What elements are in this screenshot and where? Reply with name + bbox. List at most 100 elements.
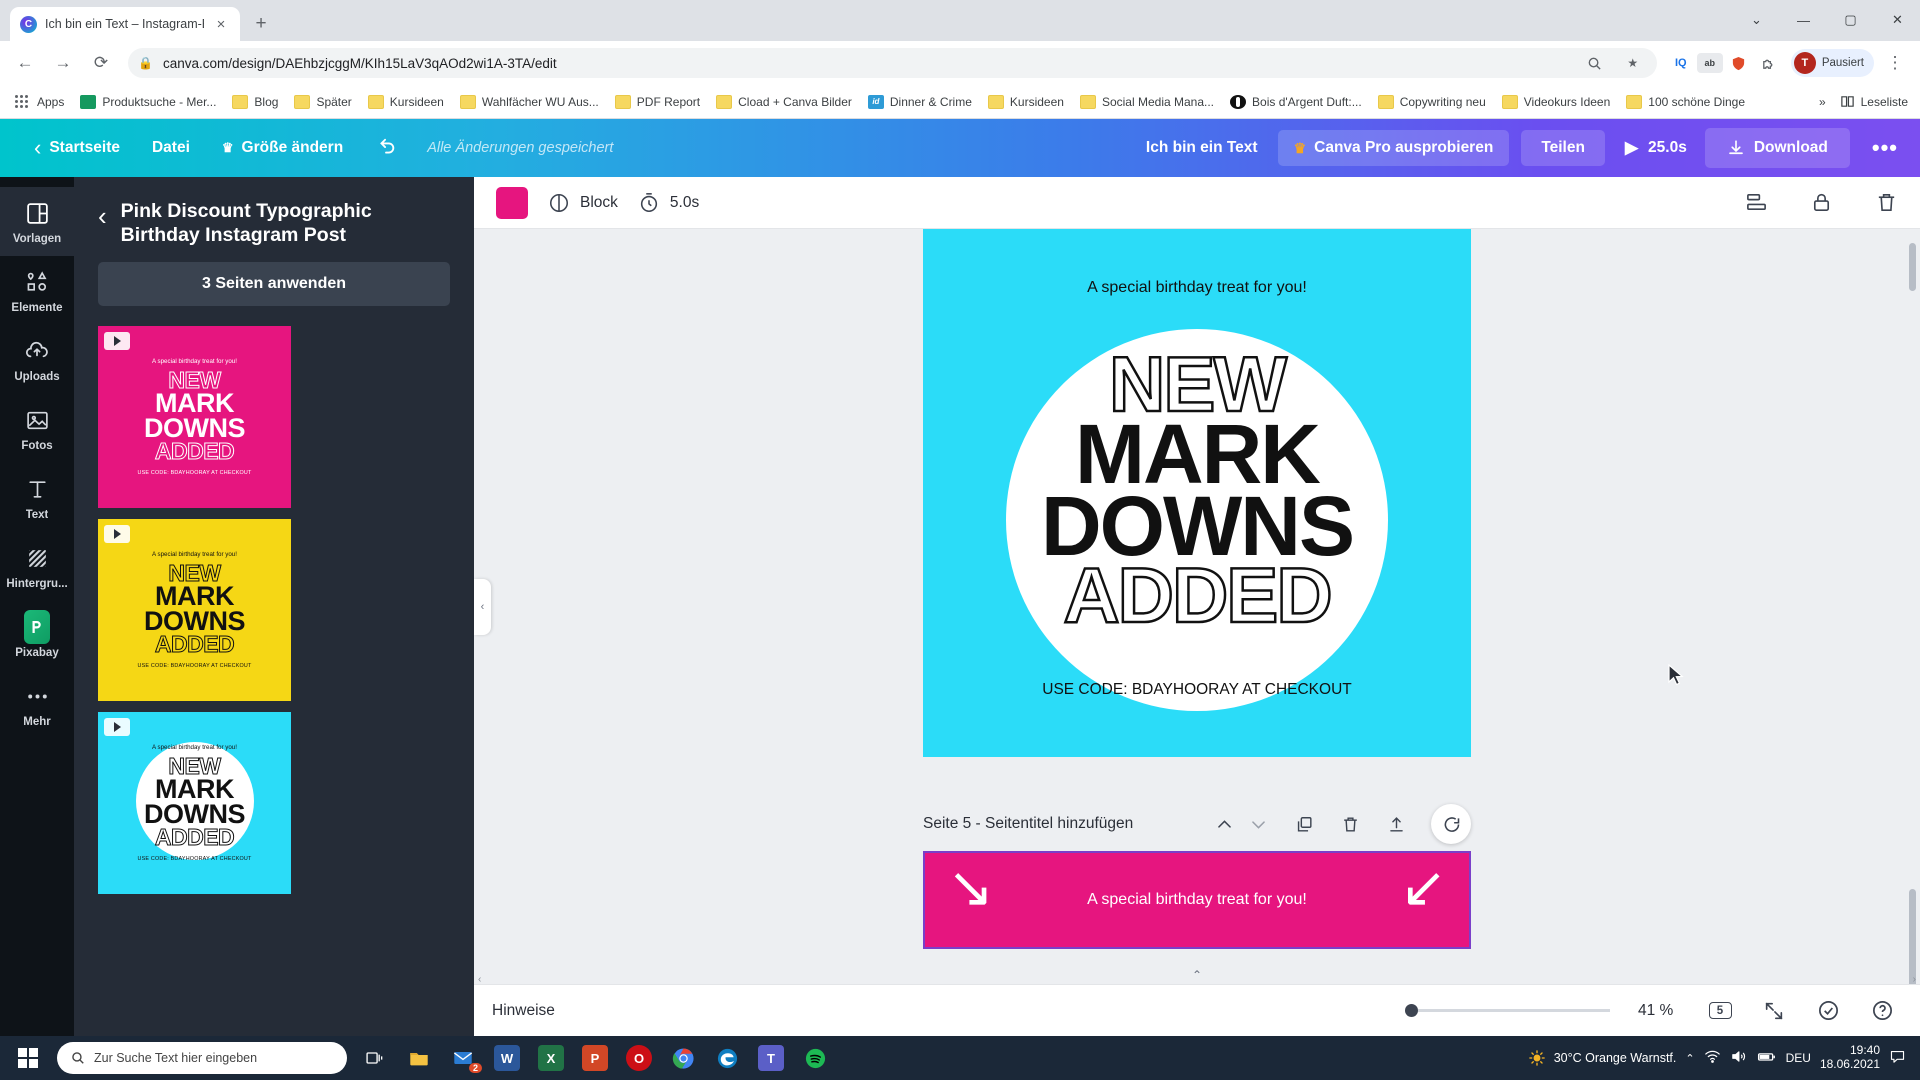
template-thumb-yellow[interactable]: A special birthday treat for you! NEW MA… <box>98 518 291 701</box>
fullscreen-button[interactable] <box>1754 991 1794 1031</box>
page-count-button[interactable]: 5 <box>1700 991 1740 1031</box>
taskbar-search-input[interactable]: Zur Suche Text hier eingeben <box>57 1042 347 1074</box>
wifi-icon[interactable] <box>1704 1048 1721 1068</box>
zoom-indicator-icon[interactable] <box>1581 49 1609 77</box>
back-icon[interactable]: ← <box>8 46 42 80</box>
scroll-right-icon[interactable]: › <box>1913 974 1920 985</box>
file-menu-button[interactable]: Datei <box>136 130 206 166</box>
zoom-slider[interactable] <box>1405 1004 1610 1017</box>
window-minimize-button[interactable]: — <box>1781 4 1826 36</box>
bookmark-100-schoene-dinge[interactable]: 100 schöne Dinge <box>1619 92 1752 112</box>
iq-extension-icon[interactable]: IQ <box>1667 49 1695 77</box>
reading-list-button[interactable]: Leseliste <box>1840 94 1908 109</box>
task-view-icon[interactable] <box>354 1038 396 1078</box>
sidebar-item-pixabay[interactable]: Pixabay <box>0 601 74 670</box>
address-bar[interactable]: 🔒 canva.com/design/DAEhbzjcggM/KIh15LaV3… <box>128 48 1657 78</box>
battery-icon[interactable] <box>1756 1046 1777 1070</box>
color-swatch-button[interactable] <box>496 186 528 219</box>
tab-close-icon[interactable]: × <box>212 15 230 33</box>
word-icon[interactable]: W <box>486 1038 528 1078</box>
browser-tab[interactable]: C Ich bin ein Text – Instagram-Beitr × <box>10 7 240 41</box>
window-close-button[interactable]: ✕ <box>1875 4 1920 36</box>
apply-pages-button[interactable]: 3 Seiten anwenden <box>98 261 450 306</box>
canvas-vertical-scrollbar-thumb[interactable] <box>1909 889 1916 984</box>
sidebar-item-vorlagen[interactable]: Vorlagen <box>0 187 74 256</box>
powerpoint-icon[interactable]: P <box>574 1038 616 1078</box>
chrome-icon[interactable] <box>662 1038 704 1078</box>
puzzle-extension-icon[interactable] <box>1755 49 1783 77</box>
download-button[interactable]: Download <box>1704 128 1850 168</box>
bookmark-videokurs[interactable]: Videokurs Ideen <box>1495 92 1618 112</box>
present-button[interactable]: ▶ 25.0s <box>1625 138 1687 158</box>
move-down-icon[interactable] <box>1241 807 1275 841</box>
bookmark-wahlfaecher[interactable]: Wahlfächer WU Aus... <box>453 92 606 112</box>
mail-icon[interactable]: 2 <box>442 1038 484 1078</box>
profile-chip[interactable]: T Pausiert <box>1790 49 1874 77</box>
bookmark-dinner-crime[interactable]: id Dinner & Crime <box>861 92 979 112</box>
help-button-icon[interactable] <box>1862 991 1902 1031</box>
excel-icon[interactable]: X <box>530 1038 572 1078</box>
weather-widget[interactable]: 30°C Orange Warnstf. <box>1528 1049 1676 1067</box>
home-button[interactable]: ‹ Startseite <box>18 130 136 166</box>
more-options-button[interactable]: ••• <box>1850 135 1920 161</box>
shield-extension-icon[interactable] <box>1725 49 1753 77</box>
teams-icon[interactable]: T <box>750 1038 792 1078</box>
canvas-scroll-area[interactable]: A special birthday treat for you! NEW MA… <box>474 229 1920 984</box>
reload-icon[interactable]: ⟳ <box>84 46 118 80</box>
bookmark-star-icon[interactable]: ★ <box>1619 49 1647 77</box>
speaker-icon[interactable] <box>1730 1048 1747 1068</box>
language-indicator[interactable]: DEU <box>1786 1051 1811 1065</box>
page-label[interactable]: Seite 5 - Seitentitel hinzufügen <box>923 815 1207 833</box>
move-up-icon[interactable] <box>1207 807 1241 841</box>
bookmark-cload-canva[interactable]: Cload + Canva Bilder <box>709 92 859 112</box>
bookmark-social-media[interactable]: Social Media Mana... <box>1073 92 1221 112</box>
share-button[interactable]: Teilen <box>1521 130 1605 166</box>
bookmarks-overflow-icon[interactable]: » <box>1819 95 1826 109</box>
scroll-left-icon[interactable]: ‹ <box>474 974 481 985</box>
template-thumb-pink[interactable]: A special birthday treat for you! NEW MA… <box>98 325 291 508</box>
position-button[interactable] <box>1745 191 1768 214</box>
browser-menu-icon[interactable]: ⋮ <box>1878 46 1912 80</box>
bookmark-pdf-report[interactable]: PDF Report <box>608 92 707 112</box>
panel-collapse-handle[interactable]: ‹ <box>474 578 491 635</box>
bookmark-spaeter[interactable]: Später <box>287 92 358 112</box>
bookmark-copywriting[interactable]: Copywriting neu <box>1371 92 1493 112</box>
sidebar-item-uploads[interactable]: Uploads <box>0 325 74 394</box>
color-picker-extension-icon[interactable]: ab <box>1696 53 1723 73</box>
sidebar-item-hintergrund[interactable]: Hintergru... <box>0 532 74 601</box>
check-status-icon[interactable] <box>1808 991 1848 1031</box>
sidebar-item-text[interactable]: Text <box>0 463 74 532</box>
panel-back-icon[interactable]: ‹ <box>98 199 107 229</box>
lock-button[interactable] <box>1810 191 1833 214</box>
bookmark-apps[interactable]: Apps <box>8 92 71 112</box>
bookmark-blog[interactable]: Blog <box>225 92 285 112</box>
add-page-icon[interactable] <box>1379 807 1413 841</box>
bookmark-kursideen-2[interactable]: Kursideen <box>981 92 1071 112</box>
design-page-current[interactable]: A special birthday treat for you! NEW MA… <box>923 229 1471 757</box>
undo-button[interactable] <box>359 130 413 166</box>
comment-icon[interactable] <box>1431 804 1471 844</box>
canvas-vertical-scrollbar[interactable] <box>1909 243 1916 291</box>
forward-icon[interactable]: → <box>46 46 80 80</box>
bookmark-kursideen-1[interactable]: Kursideen <box>361 92 451 112</box>
clock-widget[interactable]: 19:40 18.06.2021 <box>1820 1043 1880 1072</box>
tray-overflow-chevron-icon[interactable]: ⌃ <box>1685 1052 1694 1065</box>
block-effect-button[interactable]: Block <box>548 192 618 214</box>
template-thumb-cyan[interactable]: A special birthday treat for you! NEW MA… <box>98 711 291 894</box>
canvas-horizontal-scrollbar[interactable]: ‹ › <box>474 974 1920 985</box>
file-explorer-icon[interactable] <box>398 1038 440 1078</box>
windows-start-icon[interactable] <box>6 1036 50 1080</box>
design-page-next[interactable]: ↘ A special birthday treat for you! ↙ <box>923 851 1471 949</box>
notification-icon[interactable] <box>1889 1048 1906 1068</box>
sidebar-item-fotos[interactable]: Fotos <box>0 394 74 463</box>
sidebar-item-elemente[interactable]: Elemente <box>0 256 74 325</box>
delete-button[interactable] <box>1875 191 1898 214</box>
duplicate-page-icon[interactable] <box>1287 807 1321 841</box>
bookmark-produktsuche[interactable]: Produktsuche - Mer... <box>73 92 223 112</box>
zoom-slider-knob[interactable] <box>1405 1004 1418 1017</box>
duration-button[interactable]: 5.0s <box>638 192 699 214</box>
spotify-icon[interactable] <box>794 1038 836 1078</box>
bookmark-bois-dargent[interactable]: Bois d'Argent Duft:... <box>1223 92 1369 112</box>
resize-button[interactable]: ♛ Größe ändern <box>206 130 359 166</box>
sidebar-item-mehr[interactable]: Mehr <box>0 670 74 739</box>
